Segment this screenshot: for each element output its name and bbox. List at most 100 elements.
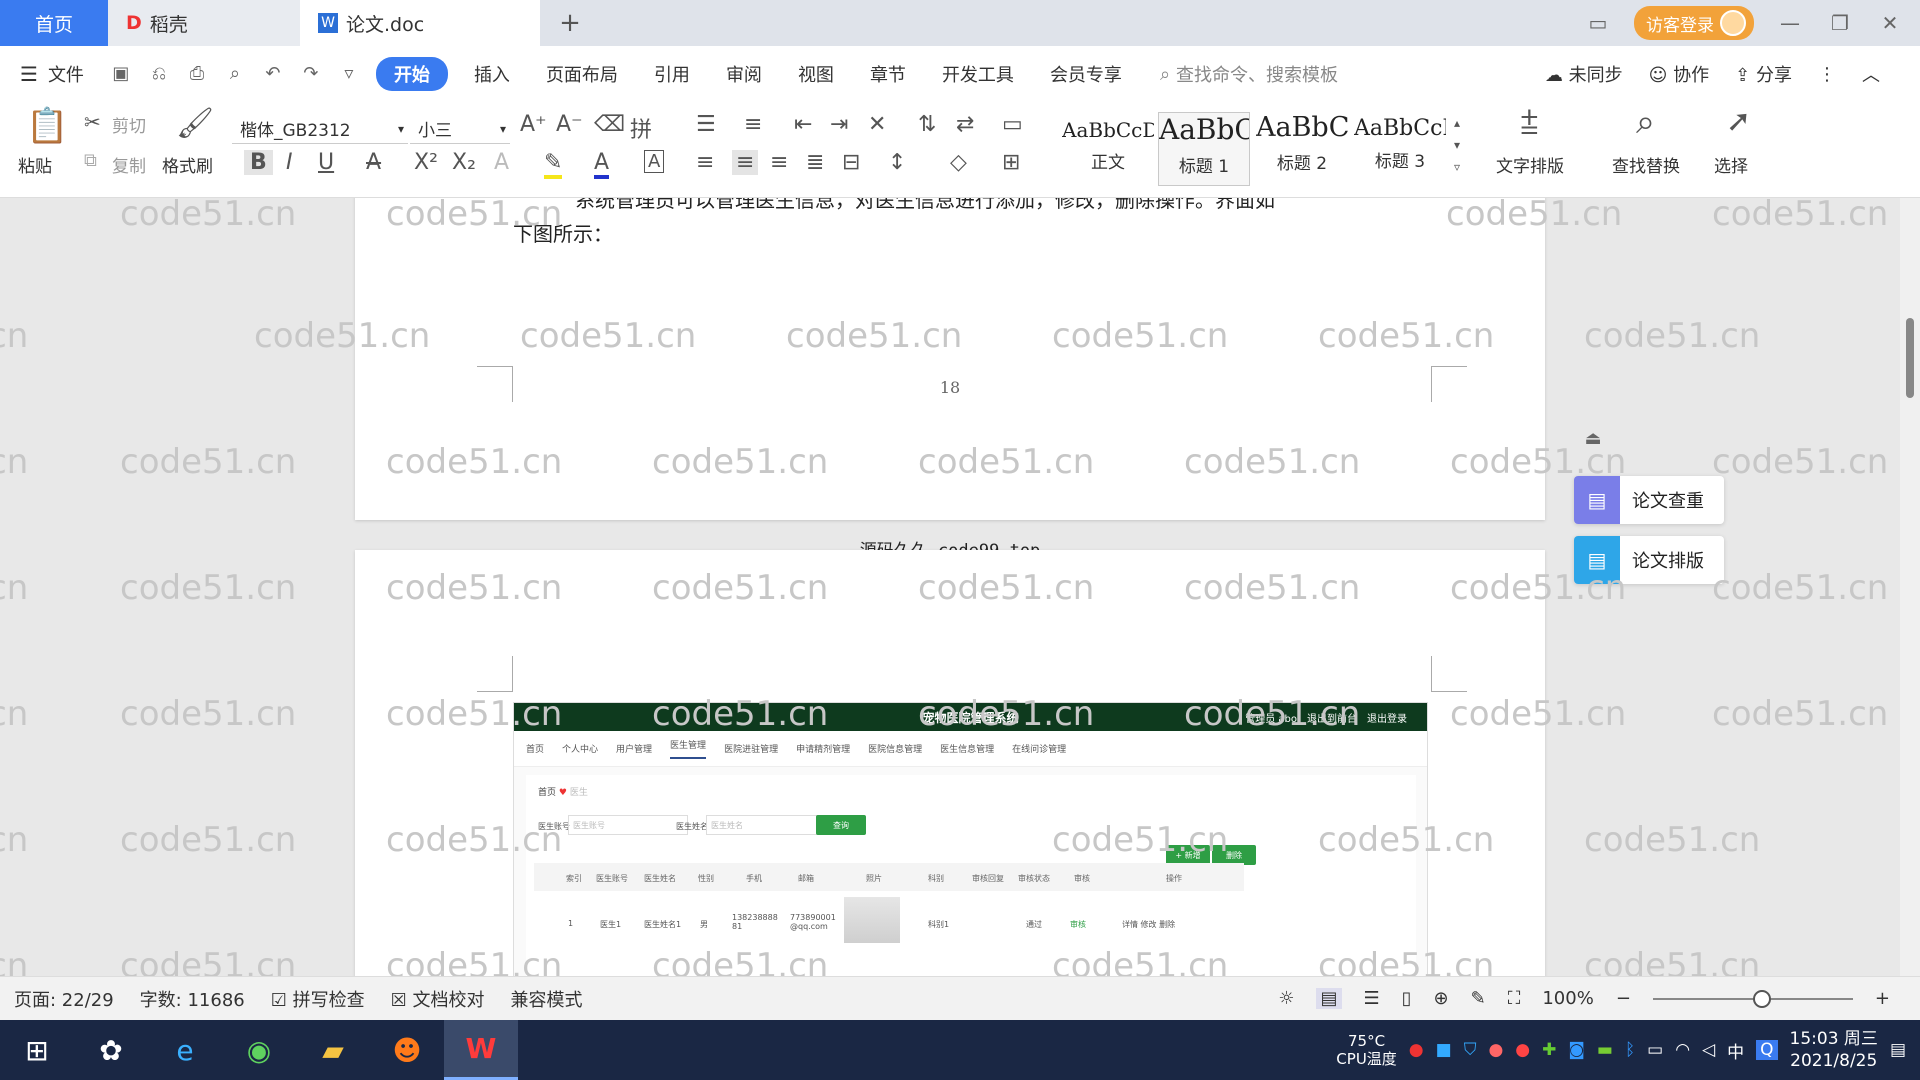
align-center-icon[interactable]: ≡ bbox=[732, 150, 759, 175]
wifi-icon[interactable]: ◠ bbox=[1675, 1040, 1690, 1060]
tray-app-icon[interactable]: ● bbox=[1488, 1040, 1503, 1060]
read-view-icon[interactable]: ▯ bbox=[1402, 988, 1412, 1009]
increase-indent-icon[interactable]: ⇥ bbox=[830, 112, 848, 137]
shield-icon[interactable]: ⛉ bbox=[1464, 1040, 1477, 1060]
tray-app-icon[interactable]: ■ bbox=[1436, 1040, 1452, 1060]
borders-icon[interactable]: ⊞ bbox=[1002, 150, 1020, 175]
text-layout-icon[interactable]: ⩲ bbox=[1520, 104, 1539, 143]
ruler-icon[interactable]: ▭ bbox=[1002, 112, 1023, 137]
menu-home[interactable]: 开始 bbox=[375, 57, 448, 91]
cut-icon[interactable]: ✂ bbox=[84, 110, 101, 134]
font-name-select[interactable]: 楷体_GB2312 ▾ bbox=[232, 114, 408, 144]
zoom-slider[interactable] bbox=[1652, 989, 1853, 1008]
file-explorer-icon[interactable]: ▰ bbox=[296, 1020, 370, 1080]
battery-icon[interactable]: ▭ bbox=[1647, 1040, 1663, 1060]
input-method-icon[interactable]: Q bbox=[1756, 1040, 1778, 1060]
page-view-icon[interactable]: ▤ bbox=[1316, 988, 1342, 1009]
eye-protect-icon[interactable]: ☼ bbox=[1278, 988, 1294, 1009]
shading-icon[interactable]: ◇ bbox=[950, 150, 967, 175]
scrollbar-thumb[interactable] bbox=[1906, 318, 1914, 398]
styles-scroll-icon[interactable]: ▴ ▾ ▿ bbox=[1454, 112, 1460, 178]
bold-icon[interactable]: B bbox=[244, 150, 273, 175]
close-icon[interactable]: ✕ bbox=[1876, 11, 1904, 35]
underline-icon[interactable]: U bbox=[318, 150, 334, 175]
paste-icon[interactable]: 📋 bbox=[26, 106, 68, 146]
style-heading-1[interactable]: AaBbC 标题 1 bbox=[1158, 112, 1250, 186]
collaborate-button[interactable]: ☺ 协作 bbox=[1649, 61, 1710, 87]
strikethrough-icon[interactable]: A bbox=[366, 150, 381, 175]
text-effect-icon[interactable]: A bbox=[494, 150, 509, 175]
zoom-out-icon[interactable]: − bbox=[1616, 988, 1631, 1009]
style-heading-2[interactable]: AaBbC 标题 2 bbox=[1256, 112, 1348, 186]
fit-page-icon[interactable]: ⛶ bbox=[1508, 988, 1521, 1009]
write-view-icon[interactable]: ✎ bbox=[1471, 988, 1486, 1009]
tray-app-icon[interactable]: ● bbox=[1515, 1040, 1530, 1060]
print-icon[interactable]: ⎙ bbox=[186, 63, 208, 85]
proofread-button[interactable]: ☒ 文档校对 bbox=[391, 986, 485, 1012]
style-heading-3[interactable]: AaBbCcI 标题 3 bbox=[1354, 112, 1446, 186]
embedded-screenshot[interactable]: 宠物医院管理系统 管理员 abo 退出到前台 退出登录 首页 个人中心 用户管理… bbox=[513, 702, 1428, 976]
customize-dropdown-icon[interactable]: ▿ bbox=[338, 63, 360, 85]
print-preview-icon[interactable]: ⌕ bbox=[224, 63, 246, 85]
save-icon[interactable]: ▣ bbox=[110, 63, 132, 85]
align-left-icon[interactable]: ≡ bbox=[696, 150, 714, 175]
command-search[interactable]: ⌕ 查找命令、搜索模板 bbox=[1160, 61, 1338, 87]
copy-icon[interactable]: ⧉ bbox=[84, 150, 97, 171]
phonetic-icon[interactable]: 拼 bbox=[630, 112, 652, 144]
word-count[interactable]: 字数: 11686 bbox=[140, 986, 245, 1012]
format-painter-button[interactable]: 格式刷 bbox=[162, 152, 213, 177]
menu-view[interactable]: 视图 bbox=[780, 61, 852, 87]
font-size-select[interactable]: 小三 ▾ bbox=[410, 114, 510, 144]
char-border-icon[interactable]: A bbox=[644, 150, 665, 173]
wps-writer-icon[interactable]: W bbox=[444, 1020, 518, 1080]
find-icon[interactable]: ⌕ bbox=[1636, 102, 1655, 142]
zoom-in-icon[interactable]: + bbox=[1875, 988, 1890, 1009]
new-tab-button[interactable]: + bbox=[540, 0, 600, 46]
cut-button[interactable]: 剪切 bbox=[112, 112, 146, 137]
align-right-icon[interactable]: ≡ bbox=[770, 150, 788, 175]
layout-switch-icon[interactable]: ▭ bbox=[1584, 11, 1612, 35]
tab-home[interactable]: 首页 bbox=[0, 0, 108, 46]
line-spacing-icon[interactable]: ↕ bbox=[888, 150, 906, 175]
bluetooth-icon[interactable]: ᛒ bbox=[1625, 1040, 1635, 1060]
page-indicator[interactable]: 页面: 22/29 bbox=[14, 986, 114, 1012]
start-button[interactable]: ⊞ bbox=[0, 1020, 74, 1080]
output-icon[interactable]: ⎌ bbox=[148, 63, 170, 85]
grow-font-icon[interactable]: A⁺ bbox=[520, 112, 547, 137]
menu-review[interactable]: 审阅 bbox=[708, 61, 780, 87]
find-replace-button[interactable]: 查找替换 bbox=[1612, 152, 1680, 177]
notification-icon[interactable]: ▤ bbox=[1890, 1040, 1906, 1060]
distribute-icon[interactable]: ⊟ bbox=[842, 150, 860, 175]
subscript-icon[interactable]: X₂ bbox=[452, 150, 476, 175]
tray-app-icon[interactable]: ✚ bbox=[1542, 1040, 1556, 1060]
menu-page-layout[interactable]: 页面布局 bbox=[528, 61, 636, 87]
numbered-list-icon[interactable]: ≡ bbox=[744, 112, 762, 137]
menu-member[interactable]: 会员专享 bbox=[1032, 61, 1140, 87]
select-cursor-icon[interactable]: ➚ bbox=[1726, 104, 1751, 139]
copy-button[interactable]: 复制 bbox=[112, 152, 146, 177]
tray-app-icon[interactable]: ● bbox=[1409, 1040, 1424, 1060]
media-app-icon[interactable]: ☻ bbox=[370, 1020, 444, 1080]
decrease-indent-icon[interactable]: ⇤ bbox=[794, 112, 812, 137]
menu-chapter[interactable]: 章节 bbox=[852, 61, 924, 87]
collapse-ribbon-icon[interactable]: ︿ bbox=[1862, 61, 1880, 87]
ime-indicator[interactable]: 中 bbox=[1727, 1038, 1744, 1063]
undo-icon[interactable]: ↶ bbox=[262, 63, 284, 85]
hamburger-icon[interactable]: ☰ bbox=[20, 62, 38, 86]
tab-document[interactable]: W 论文.doc bbox=[300, 0, 540, 46]
shrink-font-icon[interactable]: A⁻ bbox=[556, 112, 583, 137]
document-area[interactable]: 系统管理员可以管理医生信息，对医生信息进行添加，修改，删除操作。界面如 下图所示… bbox=[0, 198, 1900, 976]
highlight-icon[interactable]: ✎ bbox=[544, 150, 563, 179]
sync-status[interactable]: ☁ 未同步 bbox=[1545, 61, 1623, 87]
font-color-icon[interactable]: A bbox=[594, 150, 610, 179]
zoom-value[interactable]: 100% bbox=[1542, 988, 1593, 1009]
menu-insert[interactable]: 插入 bbox=[456, 61, 528, 87]
minimize-icon[interactable]: — bbox=[1776, 11, 1804, 35]
sort-icon[interactable]: ⇅ bbox=[918, 112, 936, 137]
spell-check-button[interactable]: ☑ 拼写检查 bbox=[271, 986, 365, 1012]
web-view-icon[interactable]: ⊕ bbox=[1434, 988, 1449, 1009]
ie-browser-icon[interactable]: e bbox=[148, 1020, 222, 1080]
text-direction-icon[interactable]: ⇄ bbox=[956, 112, 974, 137]
page-previous[interactable]: 系统管理员可以管理医生信息，对医生信息进行添加，修改，删除操作。界面如 下图所示… bbox=[355, 198, 1545, 520]
bullet-list-icon[interactable]: ☰ bbox=[696, 112, 716, 137]
